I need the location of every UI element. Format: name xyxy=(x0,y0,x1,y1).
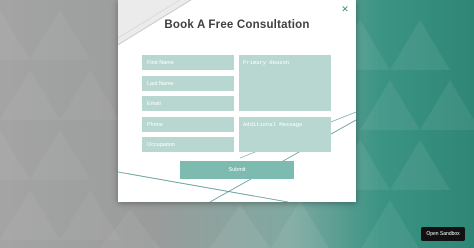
occupation-field[interactable] xyxy=(142,137,234,152)
modal-title: Book A Free Consultation xyxy=(164,19,310,31)
consultation-modal: Book A Free Consultation ✕ Submit xyxy=(118,0,356,202)
close-icon[interactable]: ✕ xyxy=(339,3,351,15)
phone-field[interactable] xyxy=(142,117,234,132)
open-sandbox-button[interactable]: Open Sandbox xyxy=(421,227,465,241)
email-field[interactable] xyxy=(142,96,234,111)
first-name-field[interactable] xyxy=(142,55,234,70)
primary-reason-field[interactable] xyxy=(239,55,331,111)
submit-button[interactable]: Submit xyxy=(180,161,294,179)
last-name-field[interactable] xyxy=(142,76,234,91)
additional-message-field[interactable] xyxy=(239,117,331,152)
